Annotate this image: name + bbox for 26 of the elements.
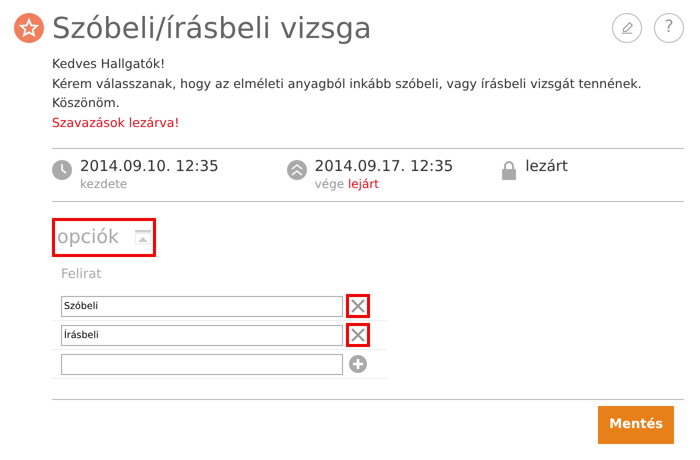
lock-icon xyxy=(501,160,518,180)
section-heading: opciók xyxy=(57,225,120,250)
expired-status: lejárt xyxy=(348,177,380,191)
text-input[interactable]: Szóbeli xyxy=(61,296,343,316)
collapse-icon xyxy=(135,230,152,244)
clock-icon xyxy=(286,160,307,180)
date-value: lezárt xyxy=(525,157,568,175)
description-line: Kérem válasszanak, hogy az elméleti anyagból inkább szóbeli, vagy írásbeli vizsgát tennének. xyxy=(52,74,643,93)
plus-icon xyxy=(349,355,367,373)
pencil-icon xyxy=(620,21,634,35)
date-label: kezdete xyxy=(80,177,128,191)
add-button[interactable] xyxy=(349,355,367,373)
close-icon xyxy=(351,328,365,342)
date-value: 2014.09.10. 12:35 xyxy=(80,157,219,175)
date-label: vége xyxy=(314,177,344,191)
edit-button[interactable] xyxy=(612,13,642,43)
description-line: Kedves Hallgatók! xyxy=(52,55,166,73)
column-header: Felirat xyxy=(61,266,102,282)
description-line: Köszönöm. xyxy=(52,94,121,112)
date-value: 2014.09.17. 12:35 xyxy=(314,157,454,175)
text-input[interactable] xyxy=(61,354,343,374)
close-icon xyxy=(351,299,365,313)
clock-icon xyxy=(52,160,72,180)
text-input[interactable]: Írásbeli xyxy=(61,324,343,346)
page-title: Szóbeli/írásbeli vizsga xyxy=(52,10,373,46)
closed-notice: Szavazások lezárva! xyxy=(52,114,180,132)
